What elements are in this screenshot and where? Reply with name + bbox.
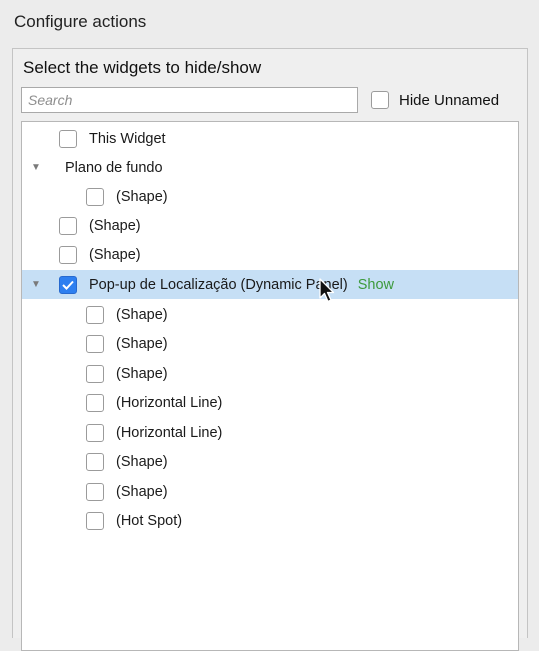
hot-spot-checkbox[interactable] xyxy=(86,511,104,530)
hide-unnamed-label: Hide Unnamed xyxy=(399,91,500,109)
tree-item-shape[interactable]: (Shape) xyxy=(22,329,518,358)
tree-item-label: (Shape) xyxy=(116,306,168,323)
tree-item-shape[interactable]: (Shape) xyxy=(22,447,518,476)
tree-item-shape[interactable]: (Shape) xyxy=(22,359,518,388)
hide-unnamed-toggle[interactable]: Hide Unnamed xyxy=(371,91,499,109)
dynamic-panel-checkbox[interactable] xyxy=(59,275,77,294)
tree-item-label: This Widget xyxy=(89,130,166,147)
shape-checkbox[interactable] xyxy=(59,245,77,264)
tree-item-shape[interactable]: (Shape) xyxy=(22,300,518,329)
horizontal-line-checkbox[interactable] xyxy=(86,423,104,442)
shape-checkbox[interactable] xyxy=(86,364,104,383)
visibility-action-show[interactable]: Show xyxy=(358,277,394,293)
widget-tree: This Widget ▼ Plano de fundo (Shape) (Sh… xyxy=(21,121,519,651)
tree-item-label: (Shape) xyxy=(89,246,141,263)
hide-unnamed-checkbox[interactable] xyxy=(371,91,389,109)
shape-checkbox[interactable] xyxy=(86,305,104,324)
tree-item-label: (Shape) xyxy=(116,453,168,470)
horizontal-line-checkbox[interactable] xyxy=(86,393,104,412)
panel-label: Select the widgets to hide/show xyxy=(23,58,262,77)
tree-item-this-widget[interactable]: This Widget xyxy=(22,124,518,153)
this-widget-checkbox[interactable] xyxy=(59,129,77,148)
tree-item-label: (Shape) xyxy=(116,188,168,205)
tree-item-label: (Shape) xyxy=(116,335,168,352)
tree-item-label: Pop-up de Localização (Dynamic Panel) xyxy=(89,276,348,293)
tree-item-label: (Horizontal Line) xyxy=(116,394,223,411)
tree-item-label: (Shape) xyxy=(89,217,141,234)
tree-item-hot-spot[interactable]: (Hot Spot) xyxy=(22,506,518,535)
tree-item-shape[interactable]: (Shape) xyxy=(22,211,518,240)
search-input[interactable] xyxy=(21,87,358,113)
tree-item-plano-de-fundo[interactable]: ▼ Plano de fundo xyxy=(22,153,518,182)
tree-item-horizontal-line[interactable]: (Horizontal Line) xyxy=(22,418,518,447)
caret-down-icon[interactable]: ▼ xyxy=(31,279,41,290)
shape-checkbox[interactable] xyxy=(86,187,104,206)
tree-item-shape[interactable]: (Shape) xyxy=(22,240,518,269)
tree-item-shape[interactable]: (Shape) xyxy=(22,182,518,211)
tree-item-label: Plano de fundo xyxy=(65,159,163,176)
tree-item-horizontal-line[interactable]: (Horizontal Line) xyxy=(22,388,518,417)
tree-item-label: (Shape) xyxy=(116,365,168,382)
tree-item-label: (Hot Spot) xyxy=(116,512,183,529)
shape-checkbox[interactable] xyxy=(86,452,104,471)
tree-item-shape[interactable]: (Shape) xyxy=(22,477,518,506)
tree-item-label: (Horizontal Line) xyxy=(116,424,223,441)
shape-checkbox[interactable] xyxy=(59,216,77,235)
widget-selection-panel: Select the widgets to hide/show Hide Unn… xyxy=(12,48,528,651)
section-title: Configure actions xyxy=(14,12,147,31)
tree-item-dynamic-panel[interactable]: ▼ Pop-up de Localização (Dynamic Panel) … xyxy=(22,270,518,299)
shape-checkbox[interactable] xyxy=(86,334,104,353)
caret-down-icon[interactable]: ▼ xyxy=(31,162,41,173)
tree-item-label: (Shape) xyxy=(116,483,168,500)
checkmark-icon xyxy=(62,280,74,290)
shape-checkbox[interactable] xyxy=(86,482,104,501)
